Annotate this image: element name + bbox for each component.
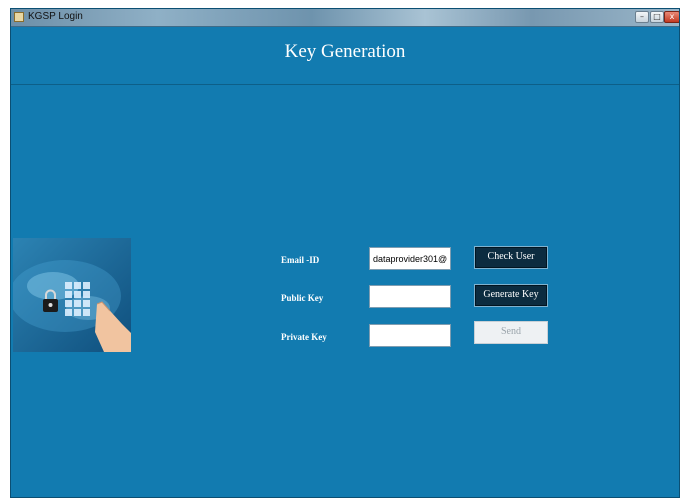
keypad-illustration-graphic	[13, 260, 131, 352]
close-button[interactable]: x	[664, 11, 679, 23]
window-titlebar[interactable]: KGSP Login – □ x	[11, 9, 679, 27]
private-key-label: Private Key	[281, 332, 327, 342]
email-label: Email -ID	[281, 255, 320, 265]
public-key-field[interactable]	[369, 285, 451, 308]
private-key-field[interactable]	[369, 324, 451, 347]
email-field[interactable]	[369, 247, 451, 270]
header-panel: Key Generation	[11, 26, 679, 85]
maximize-button[interactable]: □	[650, 11, 664, 23]
window-title: KGSP Login	[28, 11, 83, 22]
public-key-label: Public Key	[281, 293, 324, 303]
app-icon	[14, 12, 24, 22]
app-window: KGSP Login – □ x Key Generation Email -I…	[10, 8, 680, 498]
security-touch-keypad-illustration	[13, 238, 131, 352]
minimize-button[interactable]: –	[635, 11, 649, 23]
generate-key-button[interactable]: Generate Key	[474, 284, 548, 307]
send-button[interactable]: Send	[474, 321, 548, 344]
page-title: Key Generation	[284, 41, 406, 62]
check-user-button[interactable]: Check User	[474, 246, 548, 269]
